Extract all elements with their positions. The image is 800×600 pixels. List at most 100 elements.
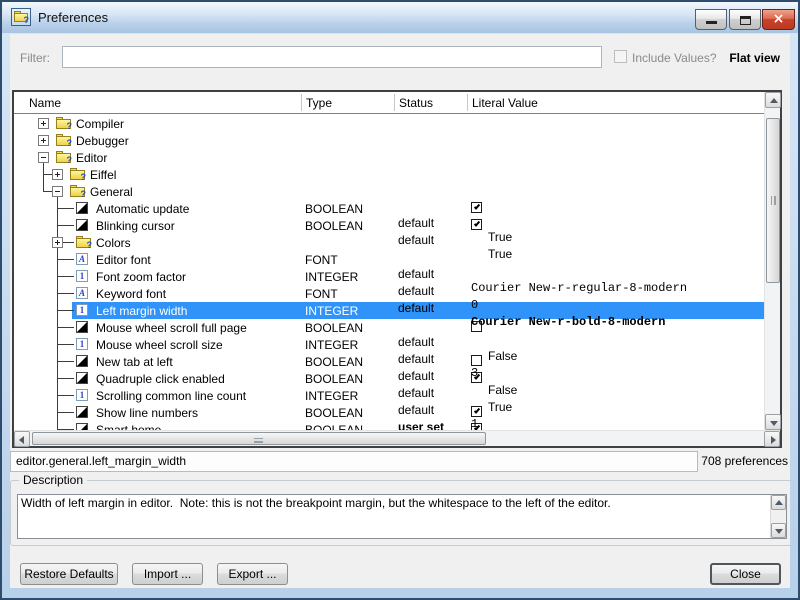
- description-scroll-up-button[interactable]: [771, 495, 786, 510]
- description-text: Width of left margin in editor. Note: th…: [21, 496, 766, 511]
- close-icon: ×: [763, 11, 794, 27]
- expand-plus-toggle[interactable]: [52, 237, 63, 248]
- row-label: Mouse wheel scroll size: [96, 338, 223, 352]
- vertical-scrollbar[interactable]: [764, 92, 780, 430]
- table-row[interactable]: 1Mouse wheel scroll sizeINTEGERdefault3: [14, 336, 764, 353]
- row-label: Mouse wheel scroll full page: [96, 321, 247, 335]
- expand-plus-toggle[interactable]: [52, 169, 63, 180]
- row-label: Compiler: [76, 117, 124, 131]
- table-row[interactable]: ? Debugger: [14, 132, 764, 149]
- row-label: Blinking cursor: [96, 219, 175, 233]
- type-cell: INTEGER: [305, 389, 764, 403]
- table-row[interactable]: ?Eiffel: [14, 166, 764, 183]
- row-label: Scrolling common line count: [96, 389, 246, 403]
- table-row[interactable]: Automatic updateBOOLEANdefaultTrue: [14, 200, 764, 217]
- horizontal-scroll-thumb[interactable]: [32, 432, 486, 445]
- status-cell: default: [398, 233, 764, 247]
- table-row[interactable]: 1Font zoom factorINTEGERdefault0: [14, 268, 764, 285]
- preference-count: 708 preferences: [701, 454, 788, 468]
- import-button[interactable]: Import ...: [132, 563, 203, 585]
- table-row[interactable]: Mouse wheel scroll full pageBOOLEANdefau…: [14, 319, 764, 336]
- filter-input[interactable]: [62, 46, 602, 68]
- tree-rows: ?Compiler?Debugger?Editor?Eiffel?General…: [14, 92, 764, 430]
- export-button[interactable]: Export ...: [217, 563, 288, 585]
- boolean-icon: [76, 202, 88, 214]
- font-icon: A: [76, 253, 88, 265]
- type-cell: FONT: [305, 287, 764, 301]
- arrow-up-icon: [770, 98, 778, 103]
- maximize-icon: [740, 16, 751, 25]
- table-row[interactable]: 1Left margin widthINTEGERdefault8: [14, 302, 764, 319]
- row-label: Automatic update: [96, 202, 189, 216]
- table-row[interactable]: ?Compiler: [14, 115, 764, 132]
- tree-line: [57, 327, 74, 328]
- include-values-label: Include Values?: [632, 51, 717, 65]
- table-row[interactable]: Quadruple click enabledBOOLEANdefaultTru…: [14, 370, 764, 387]
- table-row[interactable]: Smart homeBOOLEANdefaultTrue: [14, 421, 764, 430]
- row-label: General: [90, 185, 133, 199]
- collapse-minus-toggle[interactable]: [38, 152, 49, 163]
- type-cell: FONT: [305, 253, 764, 267]
- close-button[interactable]: Close: [710, 563, 781, 585]
- app-icon: ?: [11, 8, 31, 26]
- table-row[interactable]: AKeyword fontFONTdefaultCourier New-r-bo…: [14, 285, 764, 302]
- include-values-checkbox[interactable]: [614, 50, 627, 63]
- table-row[interactable]: New tab at leftBOOLEANdefaultFalse: [14, 353, 764, 370]
- vertical-scroll-thumb[interactable]: [766, 118, 780, 283]
- flat-view-toggle[interactable]: Flat view: [729, 51, 780, 65]
- arrow-down-icon: [770, 421, 778, 426]
- scroll-up-button[interactable]: [765, 92, 781, 108]
- preferences-window: ? Preferences × Filter: Include Values? …: [0, 0, 800, 600]
- row-label: Editor font: [96, 253, 151, 267]
- folder-icon: ?: [56, 134, 72, 147]
- boolean-icon: [76, 355, 88, 367]
- window-title: Preferences: [38, 10, 108, 25]
- arrow-down-icon: [775, 529, 783, 534]
- integer-icon: 1: [76, 270, 88, 282]
- expand-plus-toggle[interactable]: [38, 118, 49, 129]
- table-row[interactable]: ? Editor: [14, 149, 764, 166]
- row-label: Debugger: [76, 134, 129, 148]
- close-window-button[interactable]: ×: [762, 9, 795, 30]
- titlebar[interactable]: ? Preferences ×: [2, 2, 798, 33]
- boolean-icon: [76, 219, 88, 231]
- row-label: Editor: [76, 151, 107, 165]
- row-label: Keyword font: [96, 287, 166, 301]
- integer-icon: 1: [76, 338, 88, 350]
- table-row[interactable]: Blinking cursorBOOLEANdefaultTrue: [14, 217, 764, 234]
- folder-icon: ?: [56, 151, 72, 164]
- maximize-button[interactable]: [729, 9, 761, 30]
- description-group: Description Width of left margin in edit…: [10, 480, 794, 546]
- minimize-button[interactable]: [695, 9, 727, 30]
- description-scrollbar[interactable]: [770, 495, 786, 538]
- description-box: Width of left margin in editor. Note: th…: [17, 494, 787, 539]
- folder-icon: ?: [76, 236, 92, 249]
- integer-icon: 1: [76, 304, 88, 316]
- row-label: Smart home: [96, 423, 161, 430]
- row-label: Font zoom factor: [96, 270, 186, 284]
- folder-icon: ?: [70, 168, 86, 181]
- tree-line: [57, 378, 74, 379]
- expand-plus-toggle[interactable]: [38, 135, 49, 146]
- row-label: Show line numbers: [96, 406, 198, 420]
- scroll-down-button[interactable]: [765, 414, 781, 430]
- restore-defaults-button[interactable]: Restore Defaults: [20, 563, 118, 585]
- table-row[interactable]: ? General: [14, 183, 764, 200]
- horizontal-scrollbar[interactable]: [14, 430, 780, 446]
- table-row[interactable]: Show line numbersBOOLEANuser setTrue: [14, 404, 764, 421]
- table-row[interactable]: 1Scrolling common line countINTEGERdefau…: [14, 387, 764, 404]
- table-row[interactable]: AEditor fontFONTdefaultCourier New-r-reg…: [14, 251, 764, 268]
- tree-line: [57, 412, 74, 413]
- type-cell: INTEGER: [305, 270, 764, 284]
- boolean-icon: [76, 406, 88, 418]
- row-label: Colors: [96, 236, 131, 250]
- description-scroll-down-button[interactable]: [771, 523, 786, 538]
- type-cell: BOOLEAN: [305, 321, 764, 335]
- type-cell: BOOLEAN: [305, 406, 764, 420]
- collapse-minus-toggle[interactable]: [52, 186, 63, 197]
- filter-label: Filter:: [20, 51, 50, 65]
- scroll-left-button[interactable]: [14, 431, 30, 447]
- tree-line: [57, 259, 74, 260]
- folder-icon: ?: [70, 185, 86, 198]
- scroll-right-button[interactable]: [764, 431, 780, 447]
